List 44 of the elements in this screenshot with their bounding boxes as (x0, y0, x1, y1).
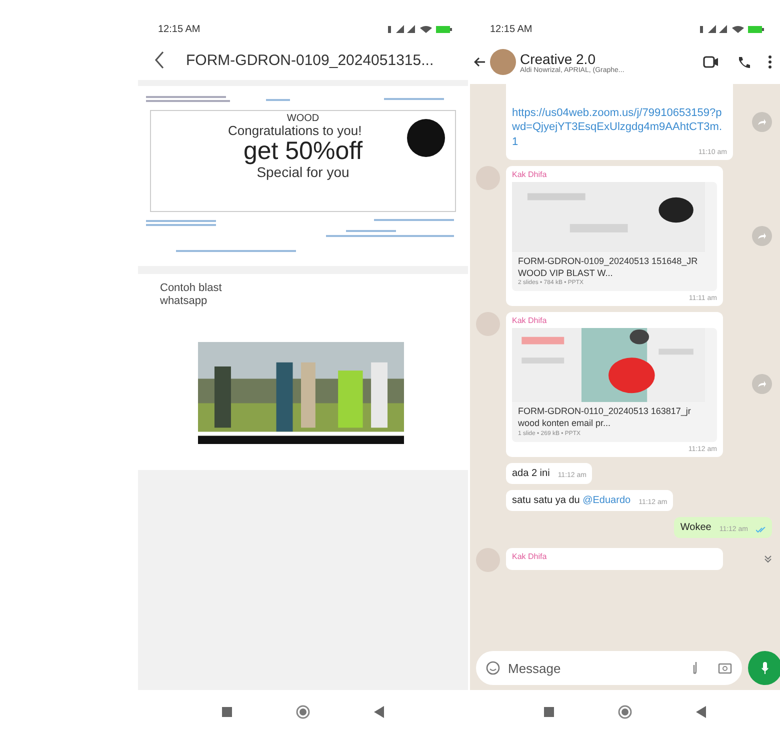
recents-icon[interactable] (222, 706, 232, 716)
document-title: FORM-GDRON-0109_2024051315... (186, 52, 434, 68)
battery-icon (436, 26, 452, 33)
back-arrow-icon[interactable] (474, 57, 486, 67)
link[interactable]: https://us04web.zoom.us/j/79910653159?pwd=QjyejYT3EsqExUlzgdg4m9AAhtCT3m.1 (512, 106, 727, 149)
sender-name: Kak Dhifa (512, 316, 548, 326)
home-icon[interactable] (618, 704, 632, 718)
file-name: FORM-GDRON-0109_20240513 151648_JR WOOD VIP BLAST W... (517, 254, 699, 280)
back-icon[interactable] (154, 51, 164, 69)
voice-button[interactable] (748, 651, 780, 685)
read-ticks-icon (756, 526, 766, 533)
status-time: 12:15 AM (158, 24, 200, 34)
mic-icon (761, 661, 769, 675)
scroll-down-icon[interactable] (764, 554, 772, 563)
emoji-icon[interactable] (486, 661, 500, 675)
message-text: ada 2 ini (512, 468, 550, 479)
recents-icon[interactable] (544, 706, 554, 716)
forward-icon (757, 232, 767, 240)
phone-icon[interactable] (737, 56, 750, 68)
forward-icon (757, 380, 767, 388)
back-icon[interactable] (374, 706, 384, 718)
file-name: FORM-GDRON-0110_20240513 163817_jr wood konten email pr... (517, 405, 692, 430)
headline: Congratulations to you! (228, 124, 363, 139)
logo-circle (407, 119, 445, 157)
forward-icon (757, 118, 767, 126)
subline: Special for you (256, 164, 350, 180)
video-call-icon[interactable] (703, 56, 719, 68)
more-icon[interactable] (768, 55, 772, 69)
sender-name: Kak Dhifa (512, 552, 548, 561)
wifi-icon (420, 26, 432, 33)
sender-name: Kak Dhifa (512, 170, 548, 179)
slide-caption: Contoh blast whatsapp (160, 282, 223, 308)
brand-text: WOOD (286, 113, 320, 124)
message-text: Wokee (680, 522, 712, 533)
wifi-icon (732, 26, 744, 33)
message-field[interactable]: Message (476, 651, 742, 685)
status-time: 12:15 AM (490, 24, 532, 34)
offer-text: get 50%off (243, 138, 363, 164)
chat-name[interactable]: Creative 2.0 (520, 50, 699, 66)
battery-icon (748, 26, 764, 33)
back-icon[interactable] (696, 706, 706, 718)
message-text: satu satu ya du @Eduardo (512, 494, 631, 506)
camera-icon[interactable] (718, 662, 732, 674)
home-icon[interactable] (296, 704, 310, 718)
